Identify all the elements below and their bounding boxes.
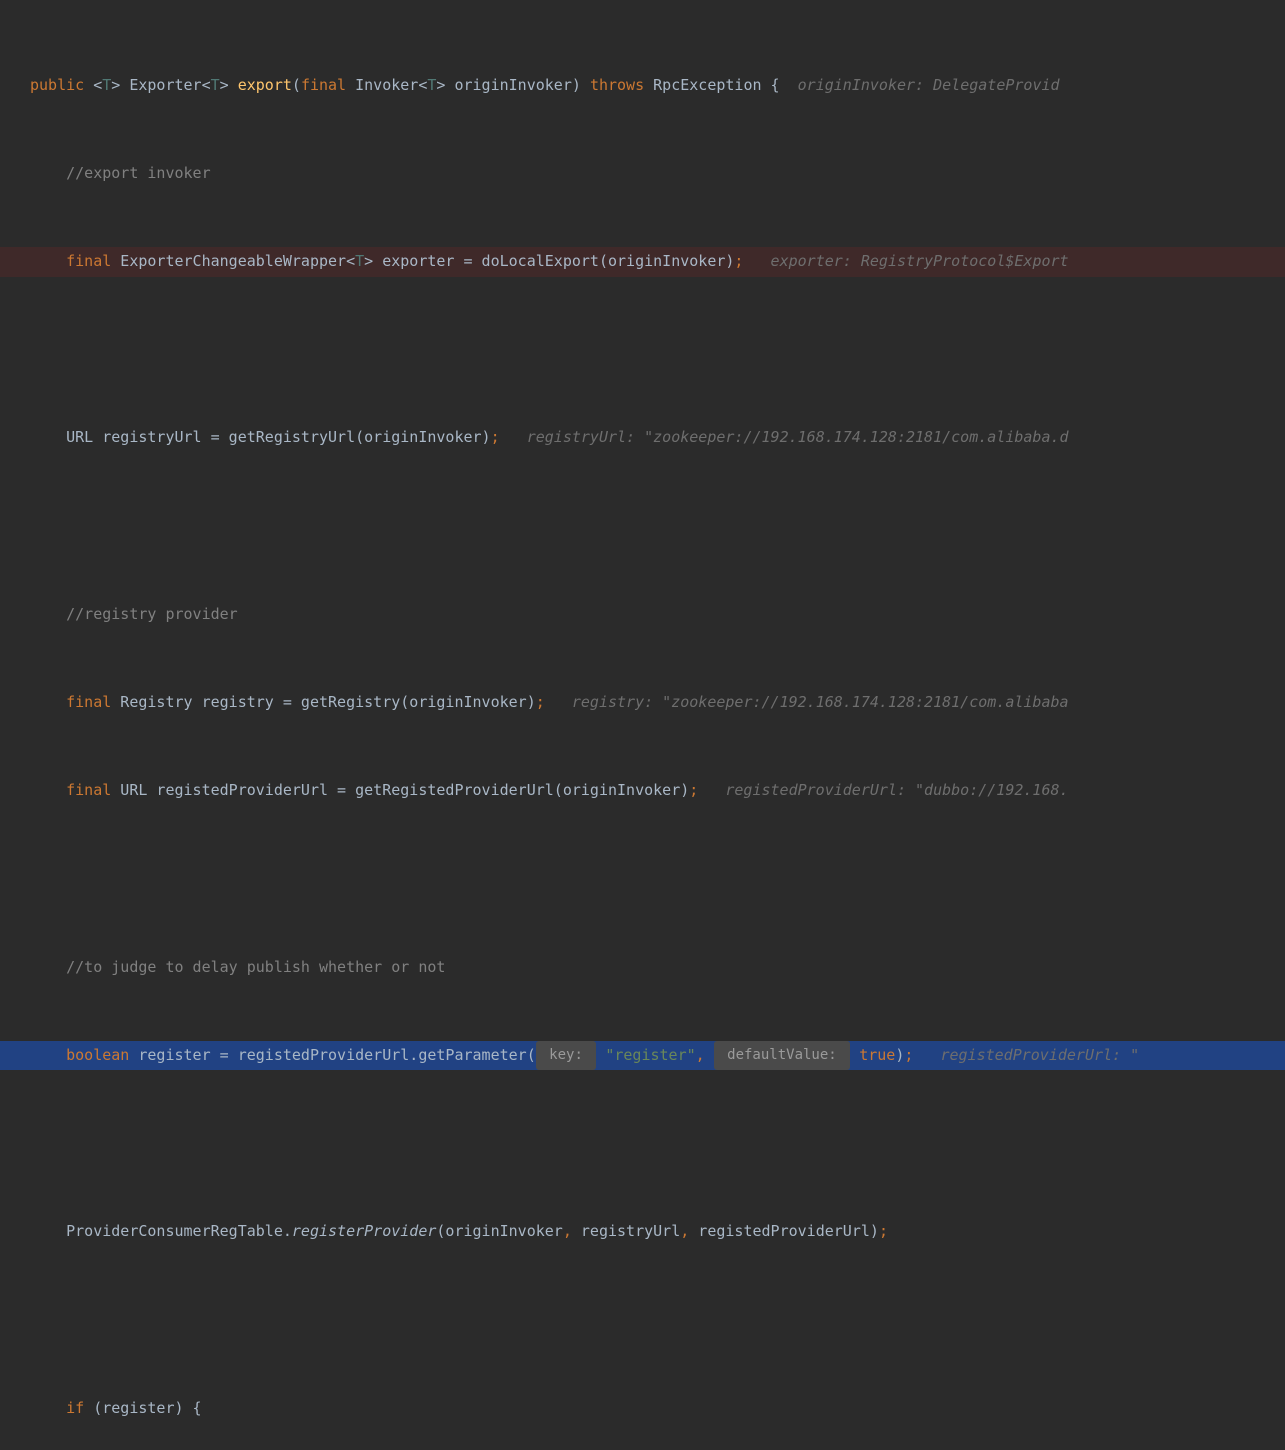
text: > — [220, 71, 238, 100]
code-line[interactable] — [0, 864, 1285, 894]
text: (register) { — [84, 1394, 201, 1423]
keyword: final — [66, 247, 111, 276]
blank — [30, 864, 39, 893]
code-line[interactable]: //to judge to delay publish whether or n… — [0, 952, 1285, 982]
code-line[interactable]: if (register) { — [0, 1393, 1285, 1423]
text: URL registedProviderUrl = getRegistedPro… — [111, 776, 689, 805]
indent — [30, 247, 66, 276]
inlay-hint: originInvoker: DelegateProvid — [798, 71, 1060, 100]
text: Invoker< — [346, 71, 427, 100]
text: > — [111, 71, 120, 100]
generic: T — [427, 71, 436, 100]
semicolon: ; — [689, 776, 698, 805]
keyword: boolean — [66, 1041, 129, 1070]
text: ) — [895, 1041, 904, 1070]
text — [850, 1041, 859, 1070]
semicolon: ; — [879, 1217, 888, 1246]
text: ExporterChangeableWrapper< — [111, 247, 355, 276]
static-method: registerProvider — [292, 1217, 437, 1246]
text: Registry registry = getRegistry(originIn… — [111, 688, 535, 717]
text: > exporter = doLocalExport(originInvoker… — [364, 247, 734, 276]
inlay-hint: registedProviderUrl: "dubbo://192.168. — [725, 776, 1068, 805]
text — [500, 423, 527, 452]
text: registedProviderUrl) — [689, 1217, 879, 1246]
blank — [30, 1305, 39, 1334]
indent — [30, 600, 66, 629]
inlay-hint: exporter: RegistryProtocol$Export — [771, 247, 1069, 276]
indent — [30, 1217, 66, 1246]
indent — [30, 1394, 66, 1423]
text: URL registryUrl = getRegistryUrl(originI… — [66, 423, 490, 452]
keyword: final — [301, 71, 346, 100]
code-line[interactable]: URL registryUrl = getRegistryUrl(originI… — [0, 423, 1285, 453]
param-hint: key: — [536, 1041, 597, 1070]
keyword: true — [859, 1041, 895, 1070]
code-line[interactable] — [0, 511, 1285, 541]
semicolon: ; — [491, 423, 500, 452]
semicolon: ; — [904, 1041, 913, 1070]
text: Exporter< — [120, 71, 210, 100]
generic: T — [355, 247, 364, 276]
indent — [30, 688, 66, 717]
indent — [30, 776, 66, 805]
text: register = registedProviderUrl.getParame… — [129, 1041, 535, 1070]
comma: , — [563, 1217, 572, 1246]
code-line[interactable]: final URL registedProviderUrl = getRegis… — [0, 776, 1285, 806]
text: < — [93, 71, 102, 100]
inlay-hint: registryUrl: "zookeeper://192.168.174.12… — [527, 423, 1069, 452]
blank — [30, 1129, 39, 1158]
indent — [30, 953, 66, 982]
text — [743, 247, 770, 276]
indent — [30, 159, 66, 188]
indent — [30, 423, 66, 452]
text: ProviderConsumerRegTable. — [66, 1217, 292, 1246]
code-line-current[interactable]: boolean register = registedProviderUrl.g… — [0, 1041, 1285, 1071]
inlay-hint: registedProviderUrl: " — [940, 1041, 1139, 1070]
string: "register" — [605, 1041, 695, 1070]
code-line[interactable] — [0, 1129, 1285, 1159]
comment: //to judge to delay publish whether or n… — [66, 953, 445, 982]
generic: T — [102, 71, 111, 100]
comma: , — [696, 1041, 714, 1070]
text — [596, 1041, 605, 1070]
code-line[interactable] — [0, 335, 1285, 365]
code-line[interactable]: public <T> Exporter<T> export(final Invo… — [0, 71, 1285, 101]
param-hint: defaultValue: — [714, 1041, 850, 1070]
comment: //export invoker — [66, 159, 211, 188]
text — [84, 71, 93, 100]
text: (originInvoker — [436, 1217, 562, 1246]
semicolon: ; — [734, 247, 743, 276]
keyword: final — [66, 688, 111, 717]
text — [913, 1041, 940, 1070]
blank — [30, 512, 39, 541]
text — [545, 688, 572, 717]
generic: T — [211, 71, 220, 100]
code-line[interactable] — [0, 1305, 1285, 1335]
text: > originInvoker) — [436, 71, 590, 100]
indent — [30, 1041, 66, 1070]
code-line[interactable]: //export invoker — [0, 159, 1285, 189]
code-line-highlighted[interactable]: final ExporterChangeableWrapper<T> expor… — [0, 247, 1285, 277]
keyword: public — [30, 71, 84, 100]
code-line[interactable]: ProviderConsumerRegTable.registerProvide… — [0, 1217, 1285, 1247]
code-editor[interactable]: public <T> Exporter<T> export(final Invo… — [0, 0, 1285, 1450]
comment: //registry provider — [66, 600, 238, 629]
code-line[interactable]: final Registry registry = getRegistry(or… — [0, 688, 1285, 718]
keyword: final — [66, 776, 111, 805]
inlay-hint: registry: "zookeeper://192.168.174.128:2… — [572, 688, 1069, 717]
semicolon: ; — [536, 688, 545, 717]
keyword: throws — [590, 71, 644, 100]
keyword: if — [66, 1394, 84, 1423]
text: ( — [292, 71, 301, 100]
text: registryUrl — [572, 1217, 680, 1246]
comma: , — [680, 1217, 689, 1246]
text: RpcException { — [644, 71, 798, 100]
method-name: export — [238, 71, 292, 100]
code-line[interactable]: //registry provider — [0, 600, 1285, 630]
text — [698, 776, 725, 805]
blank — [30, 335, 39, 364]
